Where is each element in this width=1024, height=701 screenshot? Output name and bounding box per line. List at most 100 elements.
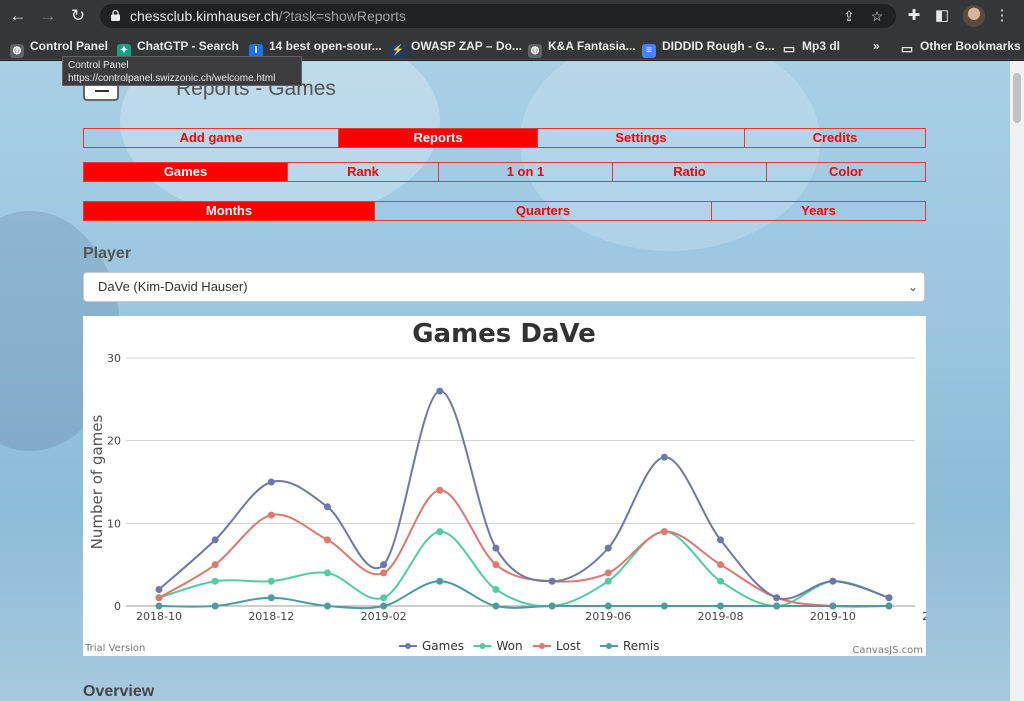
other-bookmarks[interactable]: ▭ Other Bookmarks — [900, 36, 1021, 56]
tab-reports[interactable]: Reports — [339, 129, 538, 147]
folder-icon: ▭ — [782, 41, 796, 56]
chart-canvas: Games DaVe 0 10 20 30 Number of games 2018-10 2… — [84, 319, 926, 656]
data-point-remis — [604, 602, 612, 610]
tab-credits[interactable]: Credits — [745, 129, 925, 147]
legend-dot-games — [405, 643, 411, 649]
data-point-lost — [155, 594, 163, 602]
report-nav: Games Rank 1 on 1 Ratio Color — [83, 162, 926, 182]
main-nav: Add game Reports Settings Credits — [83, 128, 926, 148]
tab-1-on-1[interactable]: 1 on 1 — [439, 163, 613, 181]
data-point-games — [492, 544, 500, 552]
back-icon[interactable]: ← — [8, 6, 28, 26]
docs-icon: ≡ — [642, 44, 656, 58]
address-bar[interactable]: chessclub.kimhauser.ch/?task=showReports… — [100, 4, 896, 28]
bookmark-label: Other Bookmarks — [920, 39, 1021, 53]
bookmark-label: Mp3 dl — [802, 39, 840, 53]
data-point-lost — [267, 511, 275, 519]
data-point-won — [604, 577, 612, 585]
x-tick-label: 2018-10 — [136, 610, 182, 623]
legend-label-games: Games — [422, 639, 464, 653]
x-tick-label: 2019-08 — [698, 610, 744, 623]
y-tick-label: 10 — [107, 517, 121, 530]
data-point-remis — [548, 602, 556, 610]
legend-label-won: Won — [497, 639, 523, 653]
share-icon[interactable]: ⇪ — [840, 7, 858, 25]
data-point-lost — [604, 569, 612, 577]
reload-icon[interactable]: ↻ — [68, 6, 88, 26]
data-point-won — [267, 577, 275, 585]
globe-icon: ◍ — [528, 44, 542, 58]
data-point-games — [885, 594, 893, 602]
tab-games[interactable]: Games — [84, 163, 288, 181]
player-selected-value: DaVe (Kim-David Hauser) — [98, 279, 248, 294]
menu-icon — [95, 90, 109, 92]
tab-quarters[interactable]: Quarters — [375, 202, 712, 220]
bookmark-chatgpt[interactable]: ✦ ChatGTP - Search — [117, 36, 239, 58]
chevron-down-icon: ⌄ — [907, 280, 918, 294]
tab-rank[interactable]: Rank — [288, 163, 439, 181]
bookmark-control-panel[interactable]: ◍ Control Panel — [10, 36, 109, 58]
data-point-lost — [211, 561, 219, 569]
globe-icon: ◍ — [10, 44, 24, 58]
tooltip-title: Control Panel — [68, 60, 129, 71]
tab-settings[interactable]: Settings — [538, 129, 745, 147]
browser-toolbar: ← → ↻ chessclub.kimhauser.ch/?task=showR… — [0, 0, 1024, 32]
bookmark-diddid[interactable]: ≡ DIDDID Rough - G... — [642, 36, 775, 58]
star-icon[interactable]: ☆ — [868, 7, 886, 25]
profile-avatar[interactable] — [963, 5, 985, 27]
data-point-won — [436, 528, 444, 536]
page-content: Reports - Games Add game Reports Setting… — [0, 61, 1010, 701]
data-point-remis — [155, 602, 163, 610]
page-scrollbar[interactable] — [1010, 61, 1024, 701]
bookmarks-overflow-button[interactable]: » — [873, 36, 880, 56]
bookmark-tooltip: Control Panel https://controlpanel.swizz… — [62, 56, 302, 86]
y-axis-label: Number of games — [88, 415, 106, 550]
data-point-won — [492, 585, 500, 593]
data-point-lost — [436, 486, 444, 494]
data-point-remis — [211, 602, 219, 610]
bookmark-owasp-zap[interactable]: ⚡ OWASP ZAP – Do... — [391, 36, 522, 58]
overview-heading: Overview — [83, 683, 155, 700]
player-select[interactable]: DaVe (Kim-David Hauser) ⌄ — [83, 272, 925, 302]
data-point-games — [604, 544, 612, 552]
data-point-remis — [323, 602, 331, 610]
more-menu-icon[interactable]: ⋮ — [992, 6, 1012, 26]
tab-months[interactable]: Months — [84, 202, 375, 220]
data-point-games — [660, 453, 668, 461]
bookmark-label: DIDDID Rough - G... — [662, 39, 775, 53]
tab-color[interactable]: Color — [767, 163, 925, 181]
data-point-remis — [773, 602, 781, 610]
data-point-games — [323, 503, 331, 511]
scrollbar-thumb[interactable] — [1013, 73, 1021, 123]
extensions-icon[interactable]: ✚ — [904, 6, 924, 26]
data-point-remis — [267, 594, 275, 602]
forward-icon[interactable]: → — [38, 6, 58, 26]
x-tick-label: 2018-12 — [248, 610, 294, 623]
y-tick-label: 20 — [107, 435, 121, 448]
data-point-lost — [660, 528, 668, 536]
legend-label-remis: Remis — [623, 639, 659, 653]
tab-ratio[interactable]: Ratio — [613, 163, 767, 181]
x-tick-label: 2020-01 — [922, 610, 926, 623]
legend-dot-remis — [606, 643, 612, 649]
data-point-games — [211, 536, 219, 544]
tab-years[interactable]: Years — [712, 202, 925, 220]
data-point-remis — [829, 602, 837, 610]
data-point-games — [548, 577, 556, 585]
bookmark-label: Control Panel — [30, 39, 109, 53]
bookmark-label: 14 best open-sour... — [269, 39, 382, 53]
series-line-won — [158, 530, 890, 608]
side-panel-icon[interactable]: ◧ — [932, 6, 952, 26]
data-point-remis — [380, 602, 388, 610]
series-line-games — [158, 390, 890, 600]
data-point-games — [380, 561, 388, 569]
data-point-games — [773, 594, 781, 602]
lock-icon — [111, 10, 120, 21]
tab-add-game[interactable]: Add game — [84, 129, 339, 147]
zap-icon: ⚡ — [391, 44, 405, 58]
bookmark-mp3-dl[interactable]: ▭ Mp3 dl — [782, 36, 840, 56]
bookmark-fantasia[interactable]: ◍ K&A Fantasia... — [528, 36, 636, 58]
bookmark-open-source[interactable]: I 14 best open-sour... — [249, 36, 382, 58]
period-nav: Months Quarters Years — [83, 201, 926, 221]
y-tick-label: 0 — [114, 600, 121, 613]
